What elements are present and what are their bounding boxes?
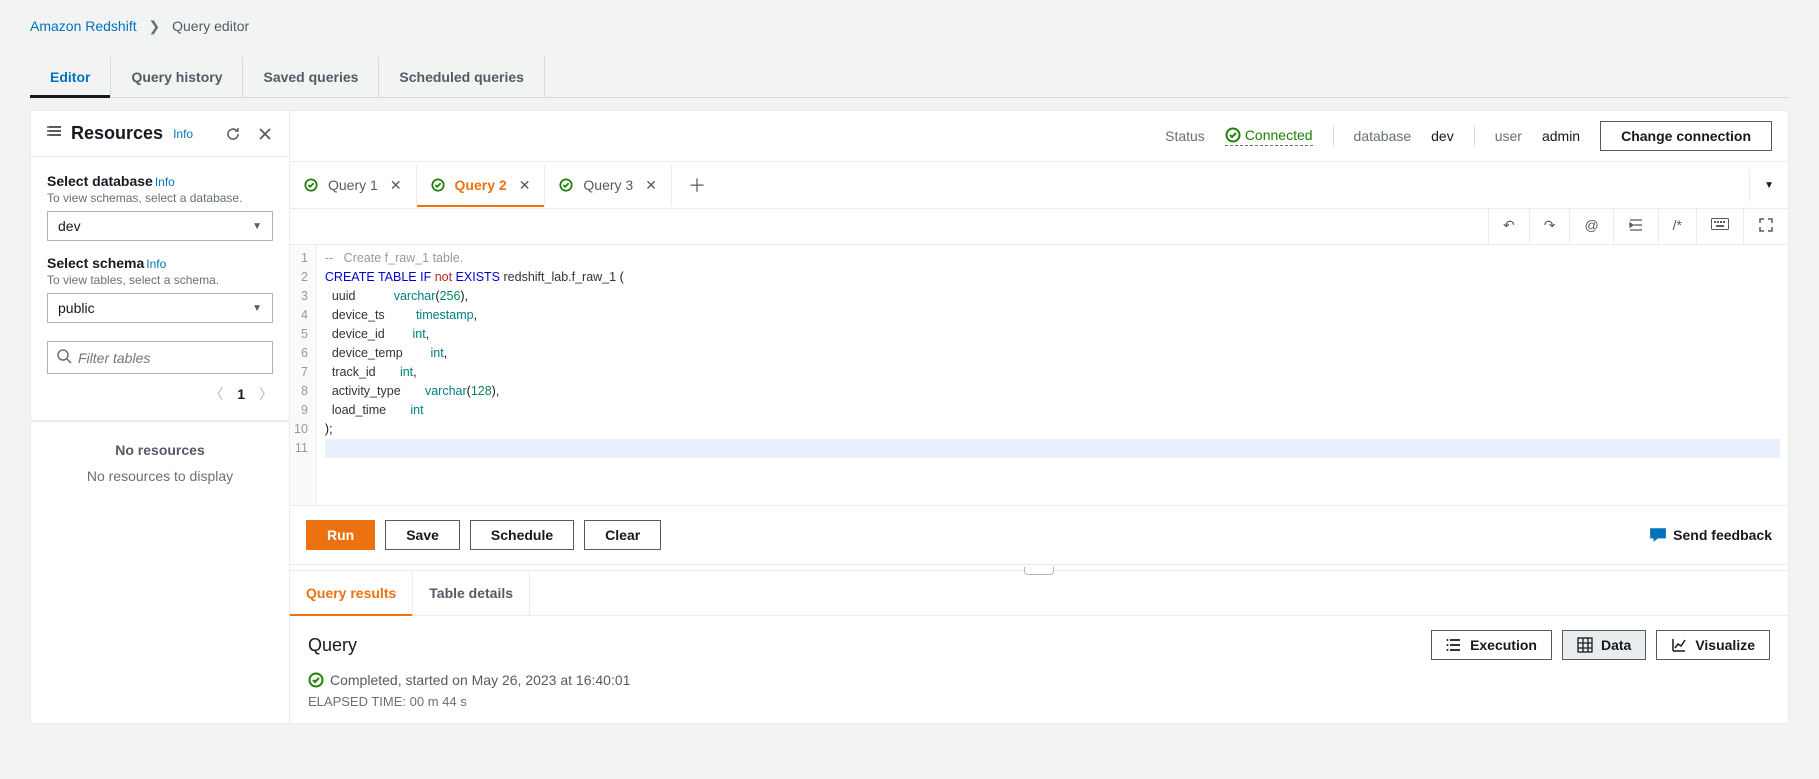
chevron-right-icon: ❯ — [149, 18, 161, 34]
tab-scheduled-queries[interactable]: Scheduled queries — [379, 57, 544, 97]
code-line[interactable]: uuid varchar(256), — [325, 287, 1780, 306]
database-value: dev — [1431, 128, 1454, 144]
query-tab-label: Query 2 — [455, 177, 507, 193]
database-label: database — [1354, 128, 1412, 144]
filter-tables-field[interactable] — [78, 350, 264, 366]
prev-page-icon[interactable]: 〈 — [209, 384, 223, 404]
select-database-label: Select database — [47, 173, 153, 189]
query-tab-2[interactable]: Query 2 ✕ — [417, 165, 546, 206]
breadcrumb: Amazon Redshift ❯ Query editor — [0, 0, 1819, 45]
tab-table-details[interactable]: Table details — [413, 571, 530, 615]
code-line[interactable]: track_id int, — [325, 363, 1780, 382]
tab-query-history[interactable]: Query history — [111, 57, 243, 97]
visualize-view-button[interactable]: Visualize — [1656, 630, 1770, 660]
schema-select-value: public — [58, 300, 95, 316]
data-view-button[interactable]: Data — [1562, 630, 1646, 660]
save-button[interactable]: Save — [385, 520, 460, 550]
query-tab-1[interactable]: Query 1 ✕ — [290, 165, 417, 206]
select-database-hint: To view schemas, select a database. — [47, 191, 273, 205]
data-view-label: Data — [1601, 637, 1631, 653]
undo-button[interactable]: ↶ — [1488, 209, 1529, 244]
resources-title: Resources — [71, 123, 163, 144]
indent-button[interactable] — [1613, 209, 1658, 244]
database-select[interactable]: dev ▼ — [47, 211, 273, 241]
database-info-link[interactable]: Info — [155, 175, 175, 189]
execution-view-label: Execution — [1470, 637, 1537, 653]
no-resources-text: No resources to display — [41, 468, 279, 484]
connection-status-value: Connected — [1245, 127, 1313, 143]
tab-saved-queries[interactable]: Saved queries — [243, 57, 379, 97]
code-line[interactable]: ); — [325, 420, 1780, 439]
resources-info-link[interactable]: Info — [173, 127, 193, 141]
tab-editor[interactable]: Editor — [30, 57, 111, 97]
code-line[interactable] — [325, 439, 1780, 458]
close-tab-icon[interactable]: ✕ — [390, 177, 402, 194]
elapsed-time: ELAPSED TIME: 00 m 44 s — [308, 694, 1770, 709]
code-line[interactable]: load_time int — [325, 401, 1780, 420]
schedule-button[interactable]: Schedule — [470, 520, 574, 550]
code-line[interactable]: activity_type varchar(128), — [325, 382, 1780, 401]
at-button[interactable]: @ — [1569, 209, 1612, 244]
list-icon — [1446, 637, 1462, 653]
tab-menu-button[interactable]: ▼ — [1749, 170, 1788, 201]
run-button[interactable]: Run — [306, 520, 375, 550]
database-select-value: dev — [58, 218, 81, 234]
breadcrumb-current: Query editor — [172, 18, 249, 34]
clear-button[interactable]: Clear — [584, 520, 661, 550]
code-line[interactable]: CREATE TABLE IF not EXISTS redshift_lab.… — [325, 268, 1780, 287]
query-result-title: Query — [308, 635, 357, 656]
close-tab-icon[interactable]: ✕ — [645, 177, 657, 194]
status-label: Status — [1165, 128, 1205, 144]
schema-select[interactable]: public ▼ — [47, 293, 273, 323]
code-line[interactable]: -- Create f_raw_1 table. — [325, 249, 1780, 268]
divider — [1474, 126, 1475, 146]
close-tab-icon[interactable]: ✕ — [519, 177, 531, 194]
send-feedback-label: Send feedback — [1673, 527, 1772, 543]
schema-info-link[interactable]: Info — [146, 257, 166, 271]
code-editor[interactable]: 1234567891011 -- Create f_raw_1 table.CR… — [290, 245, 1788, 505]
query-tab-label: Query 3 — [583, 177, 633, 193]
select-schema-label: Select schema — [47, 255, 144, 271]
breadcrumb-service[interactable]: Amazon Redshift — [30, 18, 137, 34]
no-resources-title: No resources — [41, 442, 279, 458]
change-connection-button[interactable]: Change connection — [1600, 121, 1772, 151]
user-label: user — [1495, 128, 1522, 144]
next-page-icon[interactable]: 〉 — [259, 384, 273, 404]
caret-down-icon: ▼ — [252, 221, 262, 232]
select-schema-hint: To view tables, select a schema. — [47, 273, 273, 287]
grid-icon — [1577, 637, 1593, 653]
code-line[interactable]: device_temp int, — [325, 344, 1780, 363]
new-tab-button[interactable]: ＋ — [672, 162, 722, 208]
feedback-icon — [1649, 526, 1667, 544]
code-line[interactable]: device_id int, — [325, 325, 1780, 344]
search-icon — [56, 348, 72, 367]
send-feedback-link[interactable]: Send feedback — [1649, 526, 1772, 544]
close-icon[interactable] — [257, 126, 273, 142]
query-tab-3[interactable]: Query 3 ✕ — [545, 165, 672, 206]
query-tab-label: Query 1 — [328, 177, 378, 193]
main-tabs: Editor Query history Saved queries Sched… — [30, 57, 1789, 98]
user-value: admin — [1542, 128, 1580, 144]
resources-panel: Resources Info Select databaseInfo To vi… — [30, 110, 290, 724]
filter-tables-input[interactable] — [47, 341, 273, 374]
query-status-text: Completed, started on May 26, 2023 at 16… — [330, 672, 630, 688]
caret-down-icon: ▼ — [252, 303, 262, 314]
connection-status[interactable]: Connected — [1225, 127, 1313, 146]
redo-button[interactable]: ↷ — [1529, 209, 1570, 244]
divider — [1333, 126, 1334, 146]
chart-icon — [1671, 637, 1687, 653]
tab-query-results[interactable]: Query results — [290, 571, 413, 615]
execution-view-button[interactable]: Execution — [1431, 630, 1552, 660]
code-line[interactable]: device_ts timestamp, — [325, 306, 1780, 325]
fullscreen-button[interactable] — [1743, 209, 1788, 244]
keyboard-button[interactable] — [1696, 209, 1743, 244]
visualize-view-label: Visualize — [1695, 637, 1755, 653]
check-circle-icon — [308, 672, 324, 688]
resources-icon — [47, 123, 63, 144]
comment-button[interactable]: /* — [1658, 209, 1696, 244]
page-number: 1 — [237, 386, 245, 402]
refresh-icon[interactable] — [225, 126, 241, 142]
